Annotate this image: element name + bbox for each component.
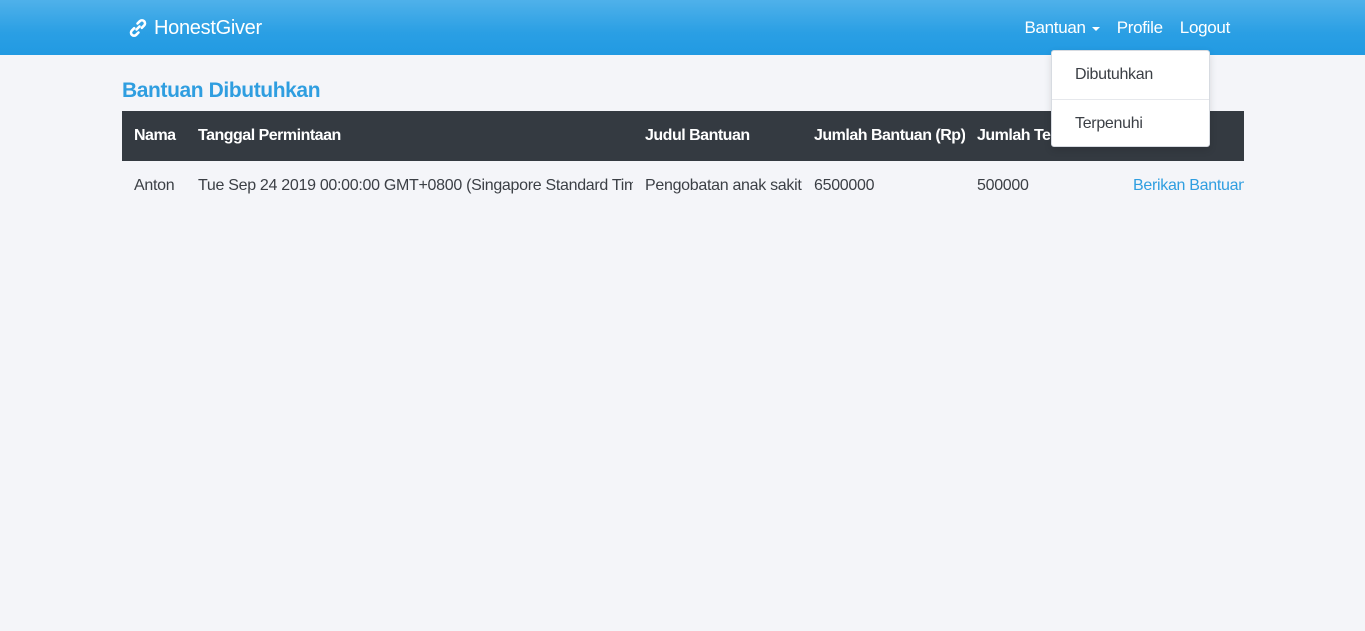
page-title: Bantuan Dibutuhkan	[122, 79, 321, 102]
berikan-bantuan-link[interactable]: Berikan Bantuan	[1133, 177, 1244, 194]
cell-terpenuhi: 500000	[977, 177, 1029, 194]
cell-jumlah: 6500000	[814, 177, 875, 194]
brand-logo[interactable]: HonestGiver	[128, 14, 262, 42]
nav-bantuan-dropdown[interactable]: Bantuan	[1024, 18, 1100, 38]
dropdown-item-terpenuhi[interactable]: Terpenuhi	[1052, 100, 1209, 148]
brand-name: HonestGiver	[154, 16, 262, 39]
table-row: Anton Tue Sep 24 2019 00:00:00 GMT+0800 …	[122, 161, 1244, 211]
link-icon	[129, 19, 147, 37]
nav-menu: Bantuan Profile Logout	[1024, 16, 1230, 40]
nav-bantuan-label: Bantuan	[1024, 18, 1086, 37]
dropdown-item-dibutuhkan[interactable]: Dibutuhkan	[1052, 51, 1209, 99]
cell-tindakan: Berikan Bantuan	[1107, 161, 1244, 211]
header-tanggal: Tanggal Permintaan	[198, 127, 341, 144]
navbar: HonestGiver Bantuan Profile Logout	[0, 0, 1365, 55]
cell-nama: Anton	[134, 177, 175, 194]
caret-down-icon	[1091, 27, 1100, 31]
cell-judul: Pengobatan anak sakit	[645, 177, 802, 194]
header-judul: Judul Bantuan	[645, 127, 750, 144]
cell-tanggal: Tue Sep 24 2019 00:00:00 GMT+0800 (Singa…	[198, 177, 633, 194]
header-jumlah: Jumlah Bantuan (Rp)	[814, 127, 965, 144]
nav-logout[interactable]: Logout	[1180, 18, 1231, 38]
bantuan-dropdown-menu: Dibutuhkan Terpenuhi	[1051, 50, 1210, 147]
header-nama: Nama	[134, 127, 176, 144]
nav-profile[interactable]: Profile	[1117, 18, 1163, 38]
